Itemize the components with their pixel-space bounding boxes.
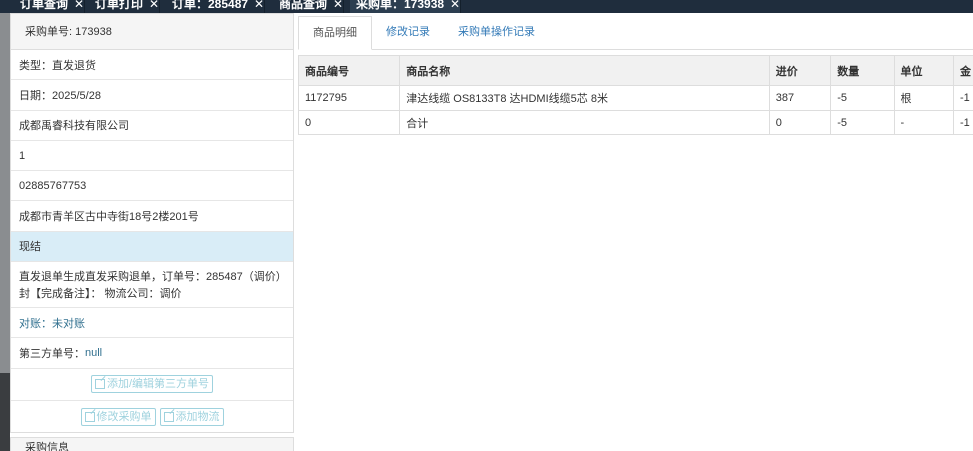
type-row: 类型：直发退货 [11, 50, 293, 81]
close-icon[interactable]: ✕ [333, 0, 343, 13]
close-icon[interactable]: ✕ [74, 0, 84, 13]
close-icon[interactable]: ✕ [450, 0, 460, 13]
edit-icon [84, 411, 95, 422]
product-detail-table: 商品编号 商品名称 进价 数量 单位 金 1172795 津达线缆 OS8133… [297, 55, 973, 135]
third-party-value: null [85, 347, 103, 360]
col-header-quantity[interactable]: 数量 [830, 55, 895, 86]
cell-product-name: 合计 [399, 110, 770, 135]
note-row: 直发退单生成直发采购退单，订单号：285487（调价）封【完成备注】： 物流公司… [11, 262, 293, 309]
top-tab-label: 订单：285487 [172, 0, 249, 11]
table-total-row[interactable]: 0 合计 0 -5 - -1 [297, 110, 973, 135]
col-header-unit[interactable]: 单位 [893, 55, 954, 86]
top-tab-label: 订单打印 [95, 0, 144, 11]
purchase-detail-header: 采购信息 [10, 437, 294, 451]
close-icon[interactable]: ✕ [149, 0, 159, 13]
top-tab-label: 订单查询 [20, 0, 69, 11]
left-edge-dark [0, 373, 10, 451]
purchase-info-panel: 采购单号: 173938 类型：直发退货 日期：2025/5/28 成都禹睿科技… [10, 13, 294, 433]
top-tab-order-query[interactable]: 订单查询 ✕ [14, 0, 86, 13]
cell-price: 387 [768, 85, 832, 111]
edit-third-party-button[interactable]: 添加/编辑第三方单号 [90, 375, 214, 394]
col-header-price[interactable]: 进价 [768, 55, 832, 86]
cell-price: 0 [768, 110, 832, 135]
table-header-row: 商品编号 商品名称 进价 数量 单位 金 [297, 55, 973, 86]
add-logistics-button[interactable]: 添加物流 [159, 407, 224, 426]
edit-purchase-order-button[interactable]: 修改采购单 [80, 407, 156, 426]
third-party-label: 第三方单号： [19, 348, 85, 361]
date-row: 日期：2025/5/28 [11, 80, 293, 111]
edit-icon [163, 411, 174, 422]
action-button-row: 修改采购单 添加物流 [11, 401, 293, 433]
count-row: 1 [11, 141, 293, 172]
cell-quantity: -5 [830, 85, 895, 111]
table-row[interactable]: 1172795 津达线缆 OS8133T8 达HDMI线缆5芯 8米 387 -… [297, 85, 973, 111]
top-tab-product-query[interactable]: 商品查询 ✕ [273, 0, 345, 13]
top-tab-order-print[interactable]: 订单打印 ✕ [89, 0, 161, 13]
cell-product-code: 0 [297, 110, 401, 135]
settle-row: 现结 [11, 231, 293, 263]
top-tab-label: 采购单：173938 [356, 0, 445, 11]
edit-icon [94, 379, 105, 390]
button-label: 添加/编辑第三方单号 [106, 378, 210, 391]
tab-product-detail[interactable]: 商品明细 [298, 16, 372, 50]
cell-unit: - [893, 110, 954, 135]
button-label: 添加物流 [175, 410, 220, 423]
top-tab-purchase-173938[interactable]: 采购单：173938 ✕ [350, 0, 462, 13]
tab-purchase-operation-log[interactable]: 采购单操作记录 [444, 16, 549, 50]
cell-product-name: 津达线缆 OS8133T8 达HDMI线缆5芯 8米 [399, 85, 770, 111]
top-tab-order-285487[interactable]: 订单：285487 ✕ [166, 0, 266, 13]
reconcile-row: 对账：未对账 [11, 308, 293, 339]
top-tab-label: 商品查询 [279, 0, 328, 11]
cell-unit: 根 [893, 85, 954, 111]
col-header-product-name[interactable]: 商品名称 [399, 55, 770, 86]
col-header-amount[interactable]: 金 [952, 55, 973, 86]
cell-product-code: 1172795 [297, 85, 401, 111]
button-label: 修改采购单 [96, 410, 152, 423]
col-header-product-code[interactable]: 商品编号 [297, 55, 401, 86]
cell-amount: -1 [952, 85, 973, 111]
address-row: 成都市青羊区古中寺街18号2楼201号 [11, 201, 293, 232]
cell-quantity: -5 [830, 110, 895, 135]
detail-tabs: 商品明细 修改记录 采购单操作记录 [298, 16, 973, 50]
purchase-number-header: 采购单号: 173938 [11, 14, 293, 50]
top-tab-strip: 订单查询 ✕ 订单打印 ✕ 订单：285487 ✕ 商品查询 ✕ 采购单：173938 ✕ [0, 0, 973, 13]
tab-modify-log[interactable]: 修改记录 [372, 16, 444, 50]
close-icon[interactable]: ✕ [254, 0, 264, 13]
left-edge [0, 13, 10, 451]
company-row: 成都禹睿科技有限公司 [11, 111, 293, 141]
cell-amount: -1 [952, 110, 973, 135]
third-party-button-row: 添加/编辑第三方单号 [11, 369, 293, 401]
third-party-row: 第三方单号： null [11, 338, 293, 369]
phone-row: 02885767753 [11, 171, 293, 202]
